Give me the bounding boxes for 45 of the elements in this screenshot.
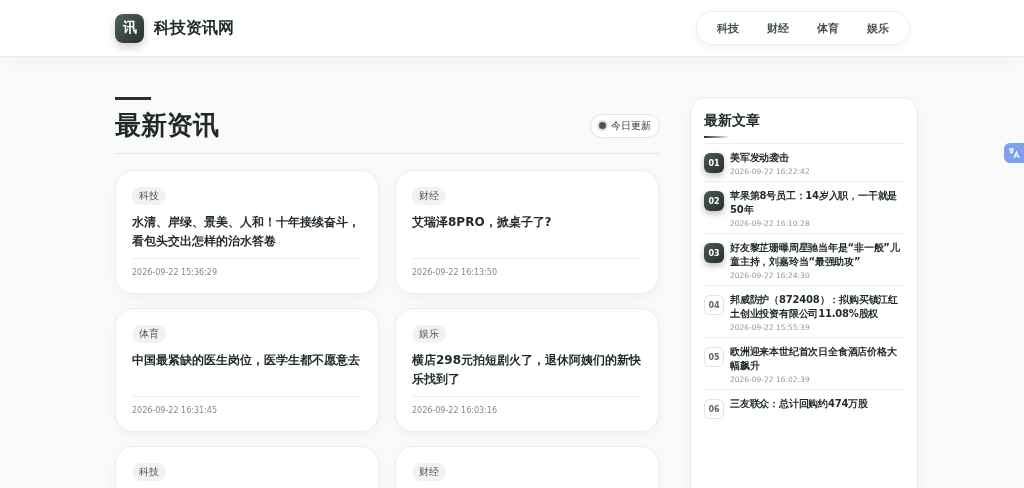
title-accent-bar [704,136,730,138]
title-accent-bar [115,97,151,100]
rank-badge: 01 [704,153,724,173]
translate-icon[interactable] [1004,143,1024,163]
news-card[interactable]: 财经 [395,446,659,488]
site-logo: 讯 [115,13,144,43]
sidebar-title: 最新文章 [704,112,761,130]
category-tag: 科技 [132,463,166,481]
news-card[interactable]: 财经 艾瑞泽8PRO，掀桌子了? 2026-09-22 16:13:50 [395,170,659,294]
news-card[interactable]: 娱乐 横店298元拍短剧火了，退休阿姨们的新快乐找到了 2026-09-22 16:03:16 [395,308,659,432]
article-link[interactable]: 三友联众：总计回购约474万股 [730,397,868,411]
badge-label: 今日更新 [611,118,651,133]
site-name: 科技资讯网 [154,17,234,39]
article-link[interactable]: 苹果第8号员工：14岁入职，一干就是50年 [730,189,904,217]
category-tag: 体育 [132,325,166,343]
nav-link[interactable]: 娱乐 [855,16,901,40]
dot-icon [599,122,606,129]
news-card[interactable]: 科技 水清、岸绿、景美、人和！十年接续奋斗，看包头交出怎样的治水答卷 2026-09-22 15:36:29 [115,170,379,294]
category-tag: 娱乐 [412,325,446,343]
article-link[interactable]: 美军发动袭击 [730,151,810,165]
nav-link[interactable]: 科技 [705,16,751,40]
nav-link[interactable]: 财经 [755,16,801,40]
news-title: 水清、岸绿、景美、人和！十年接续奋斗，看包头交出怎样的治水答卷 [132,213,362,259]
article-link[interactable]: 欧洲迎来本世纪首次日全食酒店价格大幅飙升 [730,345,904,373]
article-link[interactable]: 好友黎芷珊曝周星驰当年是“非一般”儿童主持，刘嘉玲当“最强助攻” [730,241,904,269]
rank-badge: 04 [704,295,724,315]
news-title: 艾瑞泽8PRO，掀桌子了? [412,213,642,259]
article-link[interactable]: 邦威防护（872408）：拟购买镇江红土创业投资有限公司11.08%股权 [730,293,904,321]
news-card[interactable]: 体育 中国最紧缺的医生岗位，医学生都不愿意去 2026-09-22 16:31:45 [115,308,379,432]
rank-badge: 02 [704,191,724,211]
news-card[interactable]: 科技 [115,446,379,488]
nav-link[interactable]: 体育 [805,16,851,40]
rank-badge: 03 [704,243,724,263]
news-time: 2026-09-22 16:31:45 [132,406,218,415]
news-time: 2026-09-22 16:13:50 [412,268,498,277]
section-title: 最新资讯 [115,109,219,142]
news-time: 2026-09-22 16:03:16 [412,406,498,415]
news-title: 中国最紧缺的医生岗位，医学生都不愿意去 [132,351,362,397]
category-tag: 财经 [412,187,446,205]
news-title: 横店298元拍短剧火了，退休阿姨们的新快乐找到了 [412,351,642,397]
news-time: 2026-09-22 15:36:29 [132,268,218,277]
category-tag: 财经 [412,463,446,481]
rank-badge: 05 [704,347,724,367]
rank-badge: 06 [704,399,724,419]
category-tag: 科技 [132,187,166,205]
